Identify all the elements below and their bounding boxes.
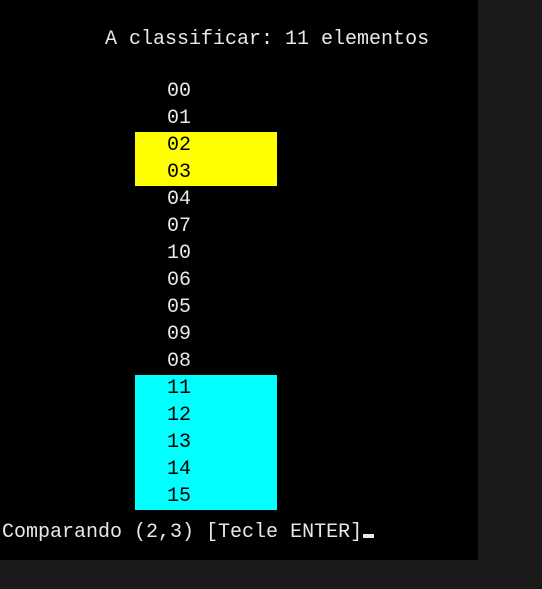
header-count: 11 — [285, 28, 309, 51]
terminal-window: A classificar: 11 elementos 00 01 02 03 … — [0, 0, 478, 560]
header-suffix: elementos — [309, 28, 429, 51]
list-item: 00 — [135, 78, 277, 105]
header-text: A classificar: 11 elementos — [105, 28, 429, 51]
list-item: 14 — [135, 456, 277, 483]
list-item: 15 — [135, 483, 277, 510]
list-item: 04 — [135, 186, 277, 213]
status-pair: (2,3) — [134, 521, 194, 544]
status-suffix: [Tecle ENTER] — [194, 521, 362, 544]
element-list: 00 01 02 03 04 07 10 06 05 09 08 11 12 1… — [135, 78, 277, 510]
list-item: 11 — [135, 375, 277, 402]
status-line[interactable]: Comparando (2,3) [Tecle ENTER] — [2, 521, 374, 544]
list-item: 03 — [135, 159, 277, 186]
list-item: 13 — [135, 429, 277, 456]
header-prefix: A classificar: — [105, 28, 285, 51]
list-item: 07 — [135, 213, 277, 240]
list-item: 05 — [135, 294, 277, 321]
list-item: 02 — [135, 132, 277, 159]
list-item: 08 — [135, 348, 277, 375]
status-prefix: Comparando — [2, 521, 134, 544]
list-item: 12 — [135, 402, 277, 429]
list-item: 10 — [135, 240, 277, 267]
list-item: 06 — [135, 267, 277, 294]
cursor-icon — [363, 534, 374, 538]
list-item: 09 — [135, 321, 277, 348]
list-item: 01 — [135, 105, 277, 132]
